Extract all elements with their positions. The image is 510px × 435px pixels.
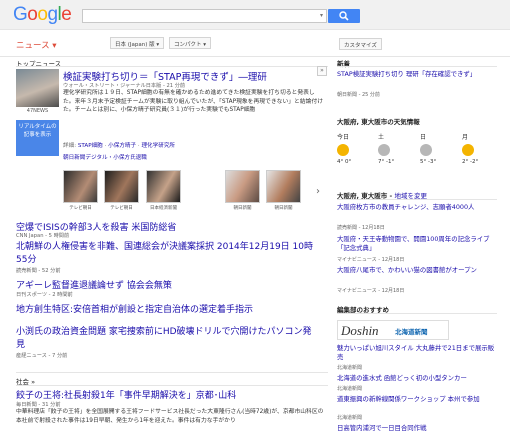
chevron-right-icon[interactable]: › bbox=[316, 186, 320, 197]
local-link[interactable]: 大阪府枚方市の教員チャレンジ、志願者4000人 bbox=[337, 203, 495, 212]
story-meta: 産経ニュース - 7 分前 bbox=[16, 353, 68, 359]
editor-meta: 北海道新聞 bbox=[337, 415, 363, 421]
related-link[interactable]: 理化学研究所 bbox=[141, 143, 175, 149]
local-meta: マイナビニュース - 12月18日 bbox=[337, 257, 405, 263]
weather-day: 日 5° -3° bbox=[420, 134, 437, 165]
weather-day: 今日 4° 0° bbox=[337, 134, 352, 165]
cloud-icon bbox=[420, 144, 432, 156]
related-link[interactable]: 小保方晴子 bbox=[108, 143, 136, 149]
related-story[interactable]: 朝日新聞デジタル・小保方氏退職 bbox=[63, 153, 147, 161]
divider bbox=[16, 66, 328, 67]
feature-headline[interactable]: 検証実験打ち切り＝「STAP再現できず」―理研 bbox=[63, 69, 267, 83]
search-icon bbox=[339, 11, 349, 21]
feature-image[interactable] bbox=[16, 69, 59, 107]
nav-bar: ニュース ▾ 日本 (Japan) 版 ▾ コンパクト ▾ bbox=[0, 31, 510, 57]
story-meta: 日刊スポーツ - 2 時間前 bbox=[16, 292, 73, 298]
cloud-icon bbox=[378, 144, 390, 156]
collapse-button[interactable]: » bbox=[317, 66, 327, 76]
doshin-logo[interactable]: Doshin 北海道新聞 bbox=[337, 320, 449, 340]
feature-source: ウォール・ストリート・ジャーナル日本版 - 21 分前 bbox=[63, 83, 186, 89]
google-logo[interactable]: Google bbox=[13, 4, 72, 26]
editor-link[interactable]: 魅力いっぱい旭川スタイル 大丸藤井で21日まで展示販売 bbox=[337, 344, 495, 363]
story-meta: CNN Japan - 5 時間前 bbox=[16, 233, 70, 239]
latest-link[interactable]: STAP検証実験打ち切り 理研「存在確認できず」 bbox=[337, 70, 492, 79]
thumb-caption: 朝日新聞 bbox=[233, 206, 252, 211]
editor-link[interactable]: 道東振興の新幹線関係ワークショップ 本州で参加 bbox=[337, 395, 495, 404]
search-input[interactable]: ▾ bbox=[82, 9, 327, 23]
sun-icon bbox=[337, 144, 349, 156]
related-row: 詳細: STAP細胞 · 小保方晴子 · 理化学研究所 bbox=[63, 143, 176, 149]
story-headline[interactable]: 餃子の王将:社長射殺1年「事件早期解決を」京都･山科 bbox=[16, 388, 236, 401]
news-thumbnail[interactable] bbox=[225, 170, 260, 203]
editor-meta: 北海道新聞 bbox=[337, 386, 363, 392]
thumb-caption: テレビ朝日 bbox=[110, 206, 133, 211]
video-thumbnail[interactable] bbox=[63, 170, 98, 203]
thumb-caption: 朝日新聞 bbox=[274, 206, 293, 211]
latest-meta: 朝日新聞 - 25 分前 bbox=[337, 92, 380, 98]
story-headline[interactable]: 小渕氏の政治資金問題 家宅捜索前にHD破壊ドリルで穴開けたパソコン発見 bbox=[16, 326, 316, 351]
local-link[interactable]: 大阪府八尾市で、かわいい猫の図書館がオープン bbox=[337, 266, 495, 275]
customize-button[interactable]: カスタマイズ bbox=[339, 38, 382, 50]
thumb-caption: テレビ朝日 bbox=[69, 206, 92, 211]
story-headline[interactable]: 地方創生特区:安倍首相が創設と指定自治体の選定着手指示 bbox=[16, 302, 253, 315]
sun-icon bbox=[462, 144, 474, 156]
video-thumbnail[interactable] bbox=[146, 170, 181, 203]
local-meta: 読売新聞 - 12月18日 bbox=[337, 225, 385, 231]
weather-header: 大阪府, 東大阪市の天気情報 bbox=[337, 118, 420, 126]
section-dropdown[interactable]: ニュース ▾ bbox=[16, 39, 57, 51]
divider bbox=[16, 372, 328, 373]
editor-link[interactable]: 北海道の進水式 函館どっく初の小型タンカー bbox=[337, 374, 467, 383]
local-link[interactable]: 大阪府・天王寺動物園で、開園100周年の記念ライブ「記念式典」 bbox=[337, 235, 495, 254]
editor-link[interactable]: 日高管内浦河で一日目合同作戦 bbox=[337, 424, 426, 433]
divider bbox=[337, 66, 497, 67]
image-caption: 47NEWS bbox=[26, 108, 49, 114]
divider bbox=[16, 385, 328, 386]
story-meta: 読売新聞 - 52 分前 bbox=[16, 268, 61, 274]
feature-snippet: 理化学研究所は１９日、STAP細胞の有無を確かめるため進めてきた検証実験を打ち切… bbox=[63, 90, 324, 114]
story-snippet: 中華料理店「餃子の王将」を全国展開する王将フードサービス社長だった大東隆行さん(… bbox=[16, 409, 324, 424]
video-thumbnail[interactable] bbox=[104, 170, 139, 203]
divider bbox=[337, 199, 497, 200]
thumb-caption: 日本経済新聞 bbox=[150, 206, 177, 211]
realtime-button[interactable]: リアルタイムの記事を表示 bbox=[16, 120, 59, 156]
top-bar: Google ▾ bbox=[0, 0, 510, 30]
view-dropdown[interactable]: コンパクト ▾ bbox=[169, 37, 212, 49]
thumbnail-strip: テレビ朝日 テレビ朝日 日本経済新聞 朝日新聞 朝日新聞 bbox=[63, 170, 325, 217]
story-meta: 毎日新聞 - 31 分前 bbox=[16, 402, 61, 408]
story-headline[interactable]: 北朝鮮の人権侵害を非難、国連総会が決議案採択 2014年12月19日 10時55… bbox=[16, 241, 316, 266]
editor-meta: 北海道新聞 bbox=[337, 365, 363, 371]
chevron-down-icon[interactable]: ▾ bbox=[320, 12, 323, 19]
story-headline[interactable]: アギーレ監督進退議論せず 協会会無策 bbox=[16, 278, 172, 291]
local-meta: マイナビニュース - 12月18日 bbox=[337, 288, 405, 294]
news-thumbnail[interactable] bbox=[266, 170, 301, 203]
related-link[interactable]: STAP細胞 bbox=[78, 143, 103, 149]
weather-day: 土 7° -1° bbox=[378, 134, 395, 165]
divider bbox=[337, 313, 497, 314]
edition-dropdown[interactable]: 日本 (Japan) 版 ▾ bbox=[110, 37, 165, 49]
search-button[interactable] bbox=[328, 9, 360, 23]
weather-day: 月 2° -2° bbox=[462, 134, 479, 165]
